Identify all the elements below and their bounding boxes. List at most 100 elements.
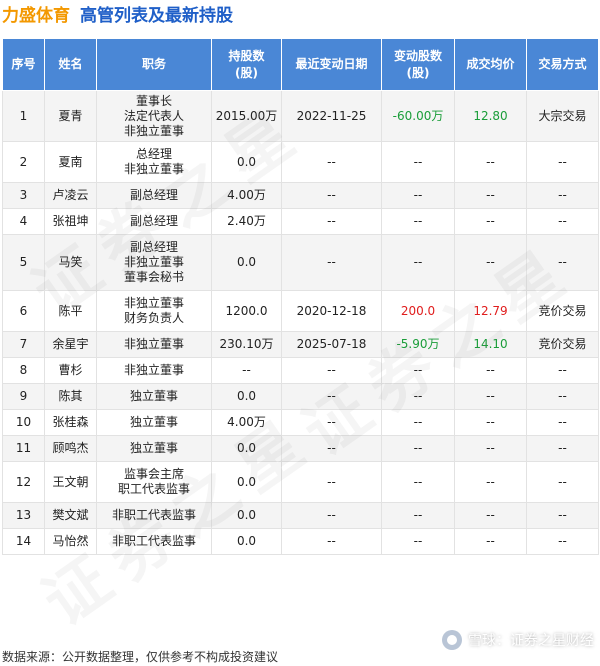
cell-no: 5 xyxy=(2,234,45,291)
cell-no: 2 xyxy=(2,141,45,183)
cell-change: -- xyxy=(381,182,455,209)
cell-shares: 1200.0 xyxy=(211,290,282,332)
cell-change: -- xyxy=(381,208,455,235)
cell-change: -- xyxy=(381,461,455,503)
table-row: 7 余星宇 非独立董事 230.10万 2025-07-18 -5.90万 14.10 竞价交… xyxy=(2,331,599,358)
executive-table: 序号 姓名 职务 持股数 (股) 最近变动日期 变动股数 (股) 成交均价 交易… xyxy=(2,38,599,555)
cell-position: 副总经理 xyxy=(96,208,212,235)
cell-date: -- xyxy=(281,409,382,436)
cell-method: 竞价交易 xyxy=(526,290,599,332)
col-header-change: 变动股数 (股) xyxy=(381,38,455,91)
table-row: 3 卢凌云 副总经理 4.00万 -- -- -- -- xyxy=(2,182,599,209)
cell-date: -- xyxy=(281,528,382,555)
cell-name: 王文朝 xyxy=(44,461,97,503)
cell-change: -60.00万 xyxy=(381,90,455,142)
cell-position: 独立董事 xyxy=(96,409,212,436)
cell-position: 独立董事 xyxy=(96,435,212,462)
table-row: 14 马怡然 非职工代表监事 0.0 -- -- -- -- xyxy=(2,528,599,555)
cell-name: 陈平 xyxy=(44,290,97,332)
cell-change: -- xyxy=(381,141,455,183)
table-header-row: 序号 姓名 职务 持股数 (股) 最近变动日期 变动股数 (股) 成交均价 交易… xyxy=(2,38,599,91)
cell-shares: -- xyxy=(211,357,282,384)
cell-name: 夏南 xyxy=(44,141,97,183)
cell-position: 非独立董事 xyxy=(96,331,212,358)
cell-date: -- xyxy=(281,383,382,410)
cell-name: 陈其 xyxy=(44,383,97,410)
cell-name: 顾鸣杰 xyxy=(44,435,97,462)
cell-method: -- xyxy=(526,409,599,436)
cell-shares: 0.0 xyxy=(211,502,282,529)
cell-method: -- xyxy=(526,435,599,462)
cell-method: 竞价交易 xyxy=(526,331,599,358)
cell-shares: 0.0 xyxy=(211,383,282,410)
snowball-logo-icon xyxy=(442,630,462,650)
cell-name: 马怡然 xyxy=(44,528,97,555)
cell-position: 副总经理 非独立董事 董事会秘书 xyxy=(96,234,212,291)
cell-position: 总经理 非独立董事 xyxy=(96,141,212,183)
cell-no: 7 xyxy=(2,331,45,358)
table-row: 10 张桂森 独立董事 4.00万 -- -- -- -- xyxy=(2,409,599,436)
cell-date: -- xyxy=(281,182,382,209)
cell-price: 12.79 xyxy=(454,290,527,332)
cell-date: -- xyxy=(281,234,382,291)
table-row: 6 陈平 非独立董事 财务负责人 1200.0 2020-12-18 200.0 12.79… xyxy=(2,290,599,332)
cell-position: 非职工代表监事 xyxy=(96,528,212,555)
cell-change: -- xyxy=(381,383,455,410)
cell-name: 张桂森 xyxy=(44,409,97,436)
cell-shares: 0.0 xyxy=(211,435,282,462)
table-row: 5 马笑 副总经理 非独立董事 董事会秘书 0.0 -- -- -- -- xyxy=(2,234,599,291)
cell-shares: 4.00万 xyxy=(211,409,282,436)
cell-method: -- xyxy=(526,528,599,555)
cell-change: -- xyxy=(381,234,455,291)
cell-no: 13 xyxy=(2,502,45,529)
cell-date: -- xyxy=(281,357,382,384)
cell-date: -- xyxy=(281,461,382,503)
cell-price: -- xyxy=(454,357,527,384)
cell-shares: 2015.00万 xyxy=(211,90,282,142)
cell-price: -- xyxy=(454,409,527,436)
cell-price: -- xyxy=(454,461,527,503)
cell-method: -- xyxy=(526,502,599,529)
cell-change: 200.0 xyxy=(381,290,455,332)
cell-price: 14.10 xyxy=(454,331,527,358)
cell-no: 3 xyxy=(2,182,45,209)
cell-shares: 0.0 xyxy=(211,528,282,555)
cell-change: -- xyxy=(381,357,455,384)
cell-date: -- xyxy=(281,141,382,183)
cell-no: 1 xyxy=(2,90,45,142)
cell-no: 14 xyxy=(2,528,45,555)
table-row: 1 夏青 董事长 法定代表人 非独立董事 2015.00万 2022-11-25 -60.… xyxy=(2,90,599,142)
cell-price: -- xyxy=(454,234,527,291)
cell-shares: 0.0 xyxy=(211,234,282,291)
cell-price: -- xyxy=(454,208,527,235)
cell-method: -- xyxy=(526,461,599,503)
cell-date: 2022-11-25 xyxy=(281,90,382,142)
cell-no: 6 xyxy=(2,290,45,332)
cell-no: 12 xyxy=(2,461,45,503)
cell-no: 8 xyxy=(2,357,45,384)
cell-name: 马笑 xyxy=(44,234,97,291)
col-header-date: 最近变动日期 xyxy=(281,38,382,91)
cell-no: 9 xyxy=(2,383,45,410)
cell-shares: 230.10万 xyxy=(211,331,282,358)
table-row: 4 张祖坤 副总经理 2.40万 -- -- -- -- xyxy=(2,208,599,235)
cell-shares: 2.40万 xyxy=(211,208,282,235)
cell-date: 2025-07-18 xyxy=(281,331,382,358)
col-header-no: 序号 xyxy=(2,38,45,91)
cell-shares: 4.00万 xyxy=(211,182,282,209)
col-header-shares: 持股数 (股) xyxy=(211,38,282,91)
cell-price: -- xyxy=(454,182,527,209)
cell-price: -- xyxy=(454,435,527,462)
cell-change: -- xyxy=(381,528,455,555)
cell-position: 副总经理 xyxy=(96,182,212,209)
cell-method: -- xyxy=(526,234,599,291)
cell-date: -- xyxy=(281,435,382,462)
cell-no: 10 xyxy=(2,409,45,436)
cell-shares: 0.0 xyxy=(211,461,282,503)
cell-position: 非独立董事 xyxy=(96,357,212,384)
cell-price: -- xyxy=(454,528,527,555)
cell-change: -5.90万 xyxy=(381,331,455,358)
cell-price: -- xyxy=(454,383,527,410)
page-title: 力盛体育 高管列表及最新持股 xyxy=(2,2,233,30)
cell-position: 非独立董事 财务负责人 xyxy=(96,290,212,332)
